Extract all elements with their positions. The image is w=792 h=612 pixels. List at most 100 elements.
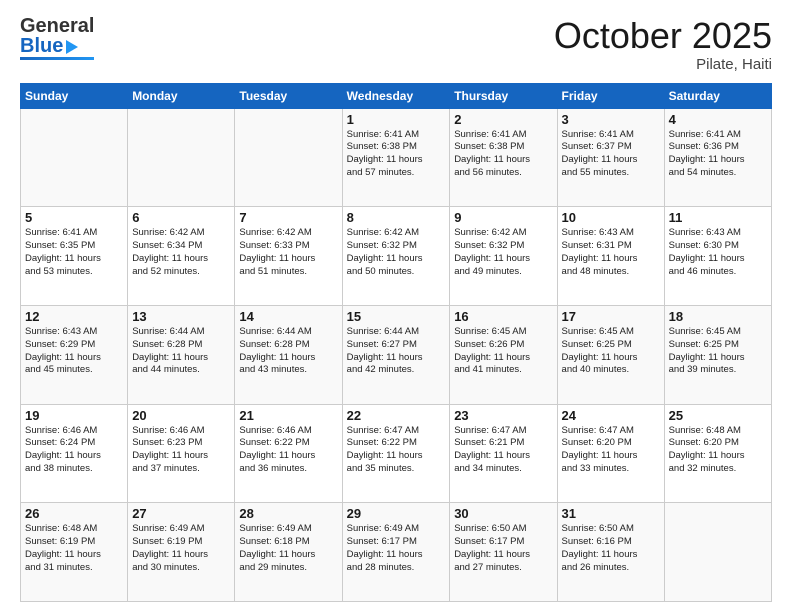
day-number: 29	[347, 506, 446, 521]
day-info: Sunrise: 6:41 AM Sunset: 6:38 PM Dayligh…	[347, 129, 446, 180]
day-info: Sunrise: 6:42 AM Sunset: 6:32 PM Dayligh…	[347, 227, 446, 278]
day-info: Sunrise: 6:47 AM Sunset: 6:21 PM Dayligh…	[454, 425, 552, 476]
calendar-header-thursday: Thursday	[450, 83, 557, 108]
day-number: 25	[669, 408, 767, 423]
calendar-cell: 31 Sunrise: 6:50 AM Sunset: 6:16 PM Dayli…	[557, 503, 664, 602]
logo-general-text: General	[20, 16, 94, 36]
calendar-cell: 23Sunrise: 6:47 AM Sunset: 6:21 PM Dayli…	[450, 404, 557, 503]
calendar-cell: 21 Sunrise: 6:46 AM Sunset: 6:22 PM Dayli…	[235, 404, 342, 503]
calendar-cell: 29Sunrise: 6:49 AM Sunset: 6:17 PM Dayli…	[342, 503, 450, 602]
day-info: Sunrise: 6:42 AM Sunset: 6:32 PM Dayligh…	[454, 227, 552, 278]
calendar-header-friday: Friday	[557, 83, 664, 108]
calendar-header-wednesday: Wednesday	[342, 83, 450, 108]
day-info: Sunrise: 6:47 AM Sunset: 6:20 PM Dayligh…	[562, 425, 660, 476]
day-number: 18	[669, 309, 767, 324]
calendar-cell: 11 Sunrise: 6:43 AM Sunset: 6:30 PM Dayli…	[664, 207, 771, 306]
day-number: 15	[347, 309, 446, 324]
day-number: 13	[132, 309, 230, 324]
calendar-header-tuesday: Tuesday	[235, 83, 342, 108]
calendar-cell: 28 Sunrise: 6:49 AM Sunset: 6:18 PM Dayli…	[235, 503, 342, 602]
day-number: 11	[669, 210, 767, 225]
day-number: 28	[239, 506, 337, 521]
day-info: Sunrise: 6:44 AM Sunset: 6:27 PM Dayligh…	[347, 326, 446, 377]
calendar-cell: 3Sunrise: 6:41 AM Sunset: 6:37 PM Daylig…	[557, 108, 664, 207]
calendar-table: SundayMondayTuesdayWednesdayThursdayFrid…	[20, 83, 772, 602]
calendar-week-row: 19Sunrise: 6:46 AM Sunset: 6:24 PM Dayli…	[21, 404, 772, 503]
day-info: Sunrise: 6:50 AM Sunset: 6:16 PM Dayligh…	[562, 523, 660, 574]
calendar-cell: 24 Sunrise: 6:47 AM Sunset: 6:20 PM Dayli…	[557, 404, 664, 503]
day-info: Sunrise: 6:41 AM Sunset: 6:36 PM Dayligh…	[669, 129, 767, 180]
logo-blue-text: Blue	[20, 36, 94, 56]
calendar-cell	[235, 108, 342, 207]
day-info: Sunrise: 6:46 AM Sunset: 6:23 PM Dayligh…	[132, 425, 230, 476]
day-number: 6	[132, 210, 230, 225]
calendar-cell	[21, 108, 128, 207]
calendar-cell: 30 Sunrise: 6:50 AM Sunset: 6:17 PM Dayli…	[450, 503, 557, 602]
day-number: 5	[25, 210, 123, 225]
location: Pilate, Haiti	[554, 56, 772, 73]
calendar-cell: 25 Sunrise: 6:48 AM Sunset: 6:20 PM Dayli…	[664, 404, 771, 503]
day-info: Sunrise: 6:44 AM Sunset: 6:28 PM Dayligh…	[132, 326, 230, 377]
calendar-cell: 26 Sunrise: 6:48 AM Sunset: 6:19 PM Dayli…	[21, 503, 128, 602]
day-info: Sunrise: 6:48 AM Sunset: 6:20 PM Dayligh…	[669, 425, 767, 476]
day-number: 30	[454, 506, 552, 521]
calendar-header-sunday: Sunday	[21, 83, 128, 108]
day-number: 19	[25, 408, 123, 423]
day-number: 22	[347, 408, 446, 423]
calendar-cell: 22Sunrise: 6:47 AM Sunset: 6:22 PM Dayli…	[342, 404, 450, 503]
day-number: 9	[454, 210, 552, 225]
calendar-header-saturday: Saturday	[664, 83, 771, 108]
day-number: 26	[25, 506, 123, 521]
day-number: 21	[239, 408, 337, 423]
day-info: Sunrise: 6:48 AM Sunset: 6:19 PM Dayligh…	[25, 523, 123, 574]
day-info: Sunrise: 6:46 AM Sunset: 6:22 PM Dayligh…	[239, 425, 337, 476]
calendar-cell: 12Sunrise: 6:43 AM Sunset: 6:29 PM Dayli…	[21, 305, 128, 404]
day-info: Sunrise: 6:45 AM Sunset: 6:26 PM Dayligh…	[454, 326, 552, 377]
day-number: 31	[562, 506, 660, 521]
logo-arrow-icon	[66, 40, 78, 54]
title-block: October 2025 Pilate, Haiti	[554, 16, 772, 73]
calendar-cell: 10 Sunrise: 6:43 AM Sunset: 6:31 PM Dayli…	[557, 207, 664, 306]
day-number: 4	[669, 112, 767, 127]
calendar-cell: 4 Sunrise: 6:41 AM Sunset: 6:36 PM Daylig…	[664, 108, 771, 207]
day-number: 12	[25, 309, 123, 324]
day-info: Sunrise: 6:42 AM Sunset: 6:34 PM Dayligh…	[132, 227, 230, 278]
day-info: Sunrise: 6:50 AM Sunset: 6:17 PM Dayligh…	[454, 523, 552, 574]
calendar-week-row: 12Sunrise: 6:43 AM Sunset: 6:29 PM Dayli…	[21, 305, 772, 404]
calendar-cell: 27Sunrise: 6:49 AM Sunset: 6:19 PM Dayli…	[128, 503, 235, 602]
day-number: 27	[132, 506, 230, 521]
day-number: 24	[562, 408, 660, 423]
calendar-cell: 1 Sunrise: 6:41 AM Sunset: 6:38 PM Daylig…	[342, 108, 450, 207]
calendar-cell	[128, 108, 235, 207]
day-info: Sunrise: 6:41 AM Sunset: 6:35 PM Dayligh…	[25, 227, 123, 278]
header: General Blue October 2025 Pilate, Haiti	[20, 16, 772, 73]
day-info: Sunrise: 6:43 AM Sunset: 6:31 PM Dayligh…	[562, 227, 660, 278]
calendar-cell: 16 Sunrise: 6:45 AM Sunset: 6:26 PM Dayli…	[450, 305, 557, 404]
logo-words: General Blue	[20, 16, 94, 60]
calendar-cell: 18 Sunrise: 6:45 AM Sunset: 6:25 PM Dayli…	[664, 305, 771, 404]
calendar-week-row: 1 Sunrise: 6:41 AM Sunset: 6:38 PM Daylig…	[21, 108, 772, 207]
day-number: 17	[562, 309, 660, 324]
calendar-cell: 19Sunrise: 6:46 AM Sunset: 6:24 PM Dayli…	[21, 404, 128, 503]
day-number: 14	[239, 309, 337, 324]
calendar-cell: 9 Sunrise: 6:42 AM Sunset: 6:32 PM Daylig…	[450, 207, 557, 306]
calendar-cell: 20Sunrise: 6:46 AM Sunset: 6:23 PM Dayli…	[128, 404, 235, 503]
calendar-cell: 8Sunrise: 6:42 AM Sunset: 6:32 PM Daylig…	[342, 207, 450, 306]
calendar-cell: 13 Sunrise: 6:44 AM Sunset: 6:28 PM Dayli…	[128, 305, 235, 404]
day-info: Sunrise: 6:41 AM Sunset: 6:37 PM Dayligh…	[562, 129, 660, 180]
day-number: 1	[347, 112, 446, 127]
calendar-cell: 6 Sunrise: 6:42 AM Sunset: 6:34 PM Daylig…	[128, 207, 235, 306]
month-title: October 2025	[554, 16, 772, 56]
calendar-cell	[664, 503, 771, 602]
calendar-cell: 14Sunrise: 6:44 AM Sunset: 6:28 PM Dayli…	[235, 305, 342, 404]
day-number: 10	[562, 210, 660, 225]
calendar-cell: 7Sunrise: 6:42 AM Sunset: 6:33 PM Daylig…	[235, 207, 342, 306]
day-info: Sunrise: 6:45 AM Sunset: 6:25 PM Dayligh…	[669, 326, 767, 377]
calendar-cell: 17Sunrise: 6:45 AM Sunset: 6:25 PM Dayli…	[557, 305, 664, 404]
day-info: Sunrise: 6:43 AM Sunset: 6:30 PM Dayligh…	[669, 227, 767, 278]
day-info: Sunrise: 6:49 AM Sunset: 6:18 PM Dayligh…	[239, 523, 337, 574]
calendar-cell: 5 Sunrise: 6:41 AM Sunset: 6:35 PM Daylig…	[21, 207, 128, 306]
day-number: 16	[454, 309, 552, 324]
calendar-week-row: 5 Sunrise: 6:41 AM Sunset: 6:35 PM Daylig…	[21, 207, 772, 306]
calendar-week-row: 26 Sunrise: 6:48 AM Sunset: 6:19 PM Dayli…	[21, 503, 772, 602]
